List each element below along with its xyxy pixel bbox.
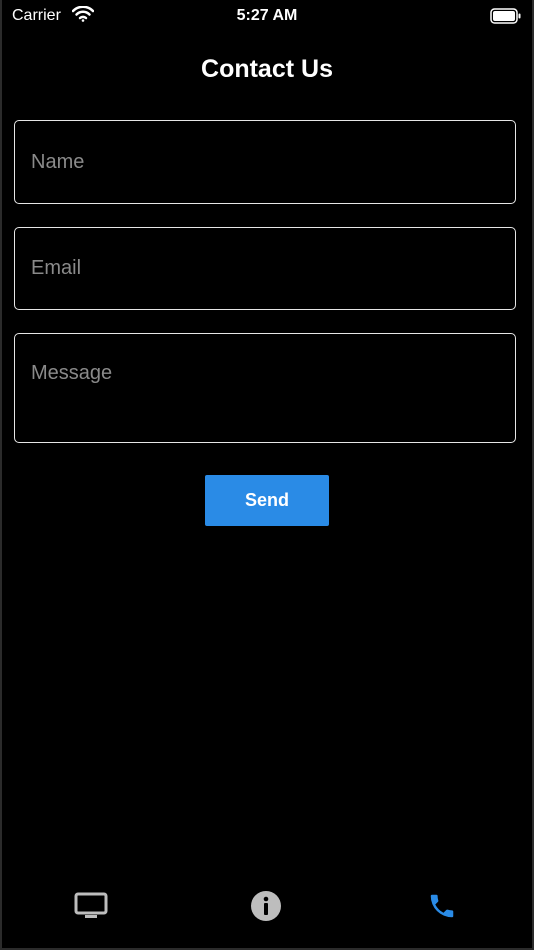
tab-info[interactable] [246, 888, 286, 928]
tab-phone[interactable] [422, 888, 462, 928]
send-button[interactable]: Send [205, 475, 329, 526]
tv-icon [74, 892, 108, 925]
info-icon [250, 890, 282, 927]
name-input[interactable] [15, 121, 515, 203]
page-title: Contact Us [201, 55, 333, 83]
app-screen: Carrier 5:27 AM Contact Us Send [2, 0, 532, 948]
battery-icon [490, 8, 522, 29]
name-field-container [14, 120, 516, 204]
status-bar: Carrier 5:27 AM [2, 0, 532, 32]
email-field-container [14, 227, 516, 310]
tab-bar [2, 880, 532, 940]
email-input[interactable] [15, 228, 515, 309]
tab-tv[interactable] [71, 888, 111, 928]
message-field-container [14, 333, 516, 443]
phone-icon [427, 891, 457, 926]
status-time: 5:27 AM [236, 7, 298, 24]
message-input[interactable] [15, 334, 515, 442]
